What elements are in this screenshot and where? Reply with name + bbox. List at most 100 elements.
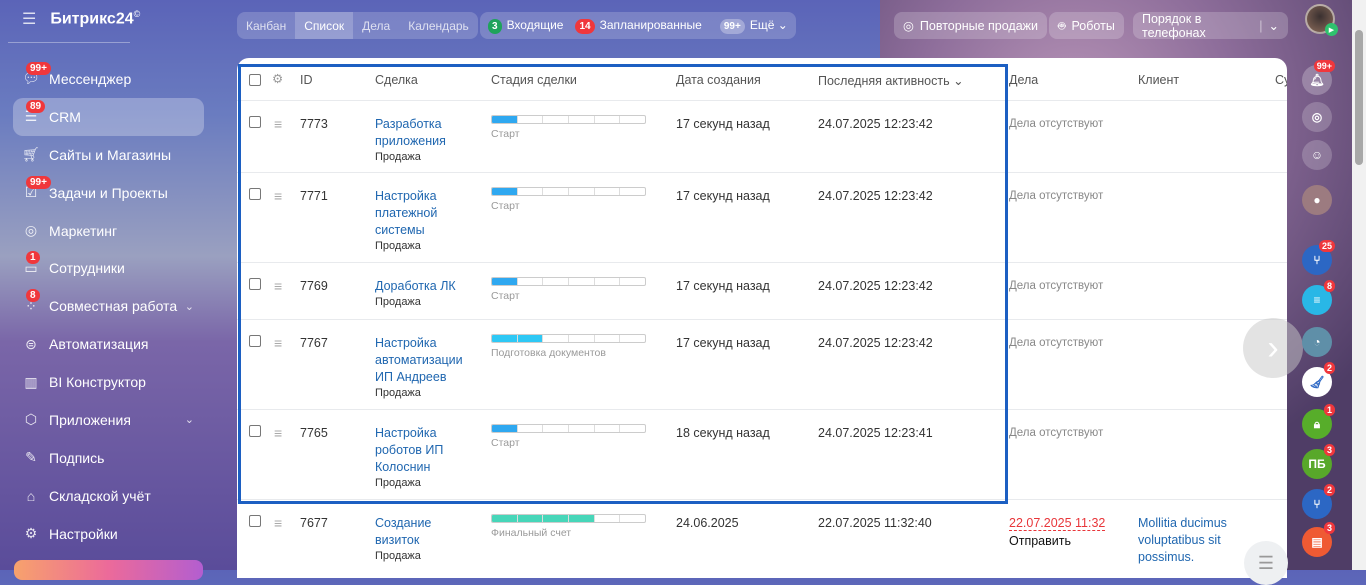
tab-view-2[interactable]: Дела — [353, 12, 399, 39]
stage-progress[interactable]: Старт — [491, 115, 646, 140]
gear-icon[interactable]: ⚙ — [272, 71, 283, 86]
user-clock-icon: ◔ — [1302, 327, 1332, 357]
deal-title-link[interactable]: Создание визиток — [375, 515, 475, 549]
sidebar-item-4[interactable]: ◎ Маркетинг — [13, 212, 204, 250]
sidebar-item-9[interactable]: ⬡ Приложения ⌄ — [13, 401, 204, 439]
drag-handle-icon[interactable]: ≡ — [274, 516, 282, 530]
tab-view-0[interactable]: Канбан — [237, 12, 295, 39]
stage-segment — [492, 515, 518, 522]
drag-handle-icon[interactable]: ≡ — [274, 336, 282, 350]
task-deadline[interactable]: 22.07.2025 11:32 — [1009, 516, 1106, 531]
right-panel-item[interactable]: ▤ 3 — [1297, 522, 1337, 562]
more-filter[interactable]: 99+ Ещё ⌄ — [719, 18, 788, 34]
tab-view-1[interactable]: Список — [295, 12, 354, 39]
deal-title-link[interactable]: Разработка приложения — [375, 116, 475, 150]
table-row[interactable]: ≡ 7773 Разработка приложения Продажа Стар… — [237, 101, 1287, 173]
deal-id: 7773 — [300, 117, 328, 131]
stage-progress[interactable]: Подготовка документов — [491, 334, 646, 359]
right-panel-item[interactable]: ≡ 8 — [1297, 280, 1337, 320]
deal-title-link[interactable]: Настройка платежной системы — [375, 188, 475, 239]
table-row[interactable]: ≡ 7769 Доработка ЛК Продажа Старт 17 секу… — [237, 263, 1287, 320]
right-panel-item[interactable]: ☺ — [1297, 135, 1337, 175]
sidebar-item-7[interactable]: ⊜ Автоматизация — [13, 325, 204, 363]
menu-icon[interactable]: ☰ — [22, 9, 36, 29]
row-checkbox[interactable] — [249, 278, 261, 290]
right-panel-item[interactable]: ⑂ 2 — [1297, 484, 1337, 524]
row-checkbox[interactable] — [249, 515, 261, 527]
sidebar-item-5[interactable]: ▭ Сотрудники 1 — [13, 249, 204, 287]
sidebar-item-8[interactable]: ▥ BI Конструктор — [13, 363, 204, 401]
drag-handle-icon[interactable]: ≡ — [274, 279, 282, 293]
tab-view-3[interactable]: Календарь — [399, 12, 478, 39]
drag-handle-icon[interactable]: ≡ — [274, 117, 282, 131]
right-panel-item[interactable]: 🧹︎ 2 — [1297, 362, 1337, 402]
incoming-filter[interactable]: 3 Входящие — [488, 18, 563, 34]
header-deal[interactable]: Сделка — [375, 73, 418, 87]
incoming-label: Входящие — [506, 17, 564, 32]
sidebar-item-6[interactable]: ⁘ Совместная работа 8 ⌄ — [13, 287, 204, 325]
stage-progress[interactable]: Старт — [491, 187, 646, 212]
deal-title-link[interactable]: Доработка ЛК — [375, 278, 475, 295]
row-checkbox[interactable] — [249, 116, 261, 128]
sidebar-item-0[interactable]: 💬︎ Мессенджер 99+ — [13, 60, 204, 98]
planned-filter[interactable]: 14 Запланированные — [575, 18, 702, 34]
right-panel-item[interactable]: ⑂ 25 — [1297, 240, 1337, 280]
sidebar-item-3[interactable]: ☑ Задачи и Проекты 99+ — [13, 174, 204, 212]
stage-segment — [492, 335, 518, 342]
header-stage[interactable]: Стадия сделки — [491, 73, 577, 87]
row-checkbox[interactable] — [249, 335, 261, 347]
row-checkbox[interactable] — [249, 188, 261, 200]
select-all-checkbox[interactable] — [249, 74, 261, 86]
table-row[interactable]: ≡ 7677 Создание визиток Продажа Финальный… — [237, 500, 1287, 578]
scrollbar-thumb[interactable] — [1355, 30, 1363, 165]
table-row[interactable]: ≡ 7767 Настройка автоматизации ИП Андрее… — [237, 320, 1287, 410]
repeat-sales-button[interactable]: ◎ Повторные продажи — [894, 12, 1048, 39]
stage-progress[interactable]: Старт — [491, 277, 646, 302]
chevron-down-icon[interactable]: ⌄ — [185, 413, 194, 426]
drag-handle-icon[interactable]: ≡ — [274, 189, 282, 203]
header-client[interactable]: Клиент — [1138, 73, 1179, 87]
stage-segment — [595, 278, 621, 285]
sidebar-item-2[interactable]: 🛒︎ Сайты и Магазины — [13, 136, 204, 174]
client-link[interactable]: Mollitia ducimus voluptatibus sit possim… — [1138, 515, 1253, 566]
stage-progress[interactable]: Старт — [491, 424, 646, 449]
right-panel-item[interactable]: ◔ — [1297, 322, 1337, 362]
right-panel-item[interactable]: ПБ 3 — [1297, 444, 1337, 484]
notification-badge: 8 — [1323, 280, 1335, 292]
right-panel-item[interactable]: 🔔︎ 99+ — [1297, 60, 1337, 100]
sidebar-item-1[interactable]: ☰ CRM 89 — [13, 97, 204, 136]
right-panel-item[interactable]: 🔒︎ 1 — [1297, 404, 1337, 444]
sidebar-item-label: CRM — [49, 108, 81, 125]
header-id[interactable]: ID — [300, 73, 313, 87]
right-panel-item[interactable]: ◎ — [1297, 97, 1337, 137]
stage-progress[interactable]: Финальный счет — [491, 514, 646, 539]
deal-title-link[interactable]: Настройка роботов ИП Колоснин — [375, 425, 475, 476]
deal-title-link[interactable]: Настройка автоматизации ИП Андреев — [375, 335, 475, 386]
list-menu-button[interactable]: ☰ — [1244, 541, 1288, 585]
divider — [8, 42, 130, 43]
notification-badge: 25 — [1318, 240, 1335, 252]
stage-segment — [518, 425, 544, 432]
scrollbar[interactable] — [1352, 0, 1366, 570]
header-tasks[interactable]: Дела — [1009, 73, 1038, 87]
sidebar-item-12[interactable]: ⚙ Настройки — [13, 515, 204, 553]
user-avatar[interactable]: ▶ — [1305, 4, 1338, 36]
robots-button[interactable]: 🤖︎ Роботы — [1049, 12, 1124, 39]
header-activity[interactable]: Последняя активность ⌄ — [818, 73, 964, 88]
next-arrow-button[interactable]: › — [1243, 318, 1303, 378]
phone-order-button[interactable]: Порядок в телефонах | ⌄ — [1133, 12, 1288, 40]
row-checkbox[interactable] — [249, 425, 261, 437]
chevron-down-icon[interactable]: ⌄ — [1269, 18, 1279, 33]
drag-handle-icon[interactable]: ≡ — [274, 426, 282, 440]
sidebar-item-11[interactable]: ⌂ Складской учёт — [13, 477, 204, 515]
chevron-down-icon[interactable]: ⌄ — [185, 300, 194, 313]
header-created[interactable]: Дата создания — [676, 73, 761, 87]
right-panel-item[interactable]: ● — [1297, 180, 1337, 220]
table-row[interactable]: ≡ 7765 Настройка роботов ИП Колоснин Прод… — [237, 410, 1287, 500]
created-date: 17 секунд назад — [676, 189, 770, 203]
sidebar-item-10[interactable]: ✎ Подпись — [13, 439, 204, 477]
table-row[interactable]: ≡ 7771 Настройка платежной системы Продаж… — [237, 173, 1287, 263]
promo-button[interactable] — [14, 560, 203, 580]
header-sum[interactable]: Су — [1275, 73, 1287, 87]
task-action[interactable]: Отправить — [1009, 533, 1109, 549]
